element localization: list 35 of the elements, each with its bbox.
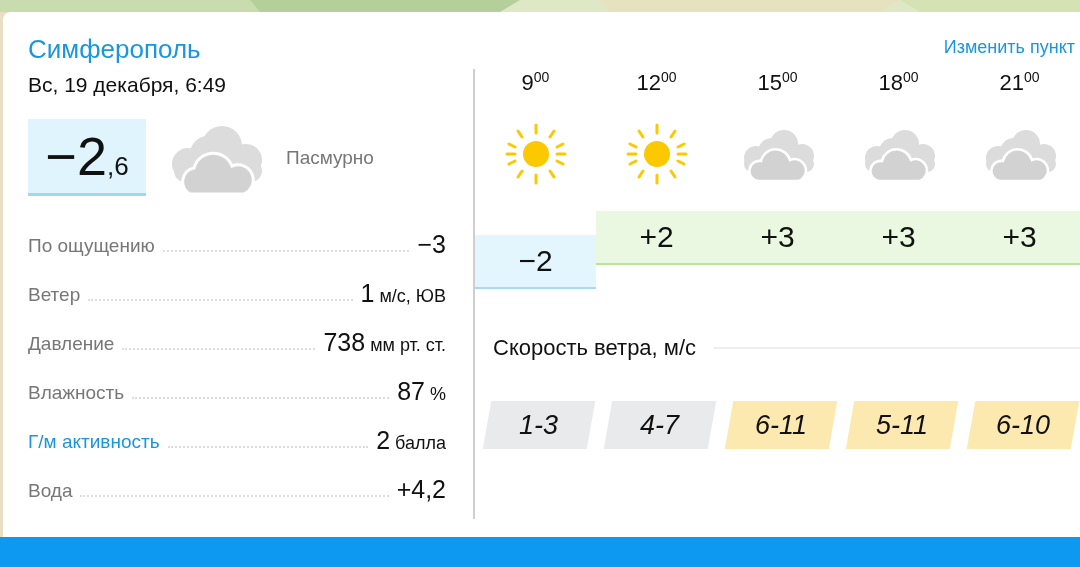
hour-label: 12$^{00}$ bbox=[636, 69, 677, 98]
temperature-bar: +3 bbox=[838, 211, 959, 265]
temperature-bar: +2 bbox=[596, 211, 717, 265]
detail-link[interactable]: Г/м активность bbox=[28, 431, 160, 455]
wind-speed-chip: 5-11 bbox=[845, 401, 958, 449]
date-time: Вс, 19 декабря, 6:49 bbox=[28, 73, 227, 97]
sun-icon bbox=[503, 122, 568, 186]
change-location-link[interactable]: Изменить пункт bbox=[943, 37, 1075, 58]
detail-value: 738 мм рт. ст. bbox=[323, 330, 446, 357]
condition-text: Пасмурно bbox=[286, 146, 374, 169]
wind-speed-chip: 1-3 bbox=[482, 401, 595, 449]
wind-speed-chip: 4-7 bbox=[603, 401, 716, 449]
wind-speed-chip: 6-10 bbox=[966, 401, 1079, 449]
detail-label: Ветер bbox=[28, 284, 81, 307]
detail-value: +4,2 bbox=[396, 477, 446, 504]
detail-label: Вода bbox=[28, 480, 73, 503]
wind-speed-chip: 6-11 bbox=[724, 401, 837, 449]
temperature-bar: +3 bbox=[959, 211, 1080, 265]
sun-icon bbox=[624, 122, 689, 186]
detail-value: 2 балла bbox=[376, 428, 446, 455]
hour-label: 9$^{00}$ bbox=[521, 69, 550, 98]
hour-label: 21$^{00}$ bbox=[999, 69, 1040, 98]
current-temperature: −2,6 bbox=[28, 119, 146, 196]
detail-value: −3 bbox=[417, 232, 446, 259]
detail-label: Давление bbox=[28, 333, 115, 356]
detail-label: Влажность bbox=[28, 382, 125, 405]
detail-value: 1 м/с, ЮВ bbox=[360, 281, 446, 308]
temperature-bar: −2 bbox=[475, 235, 596, 289]
hour-label: 18$^{00}$ bbox=[878, 69, 919, 98]
detail-label: По ощущению bbox=[28, 235, 155, 258]
temperature-bar: +3 bbox=[717, 211, 838, 265]
detail-value: 87 % bbox=[397, 379, 446, 406]
city-title: Симферополь bbox=[28, 34, 201, 65]
wind-speed-title: Скорость ветра, м/с bbox=[493, 335, 697, 361]
hour-label: 15$^{00}$ bbox=[757, 69, 798, 98]
